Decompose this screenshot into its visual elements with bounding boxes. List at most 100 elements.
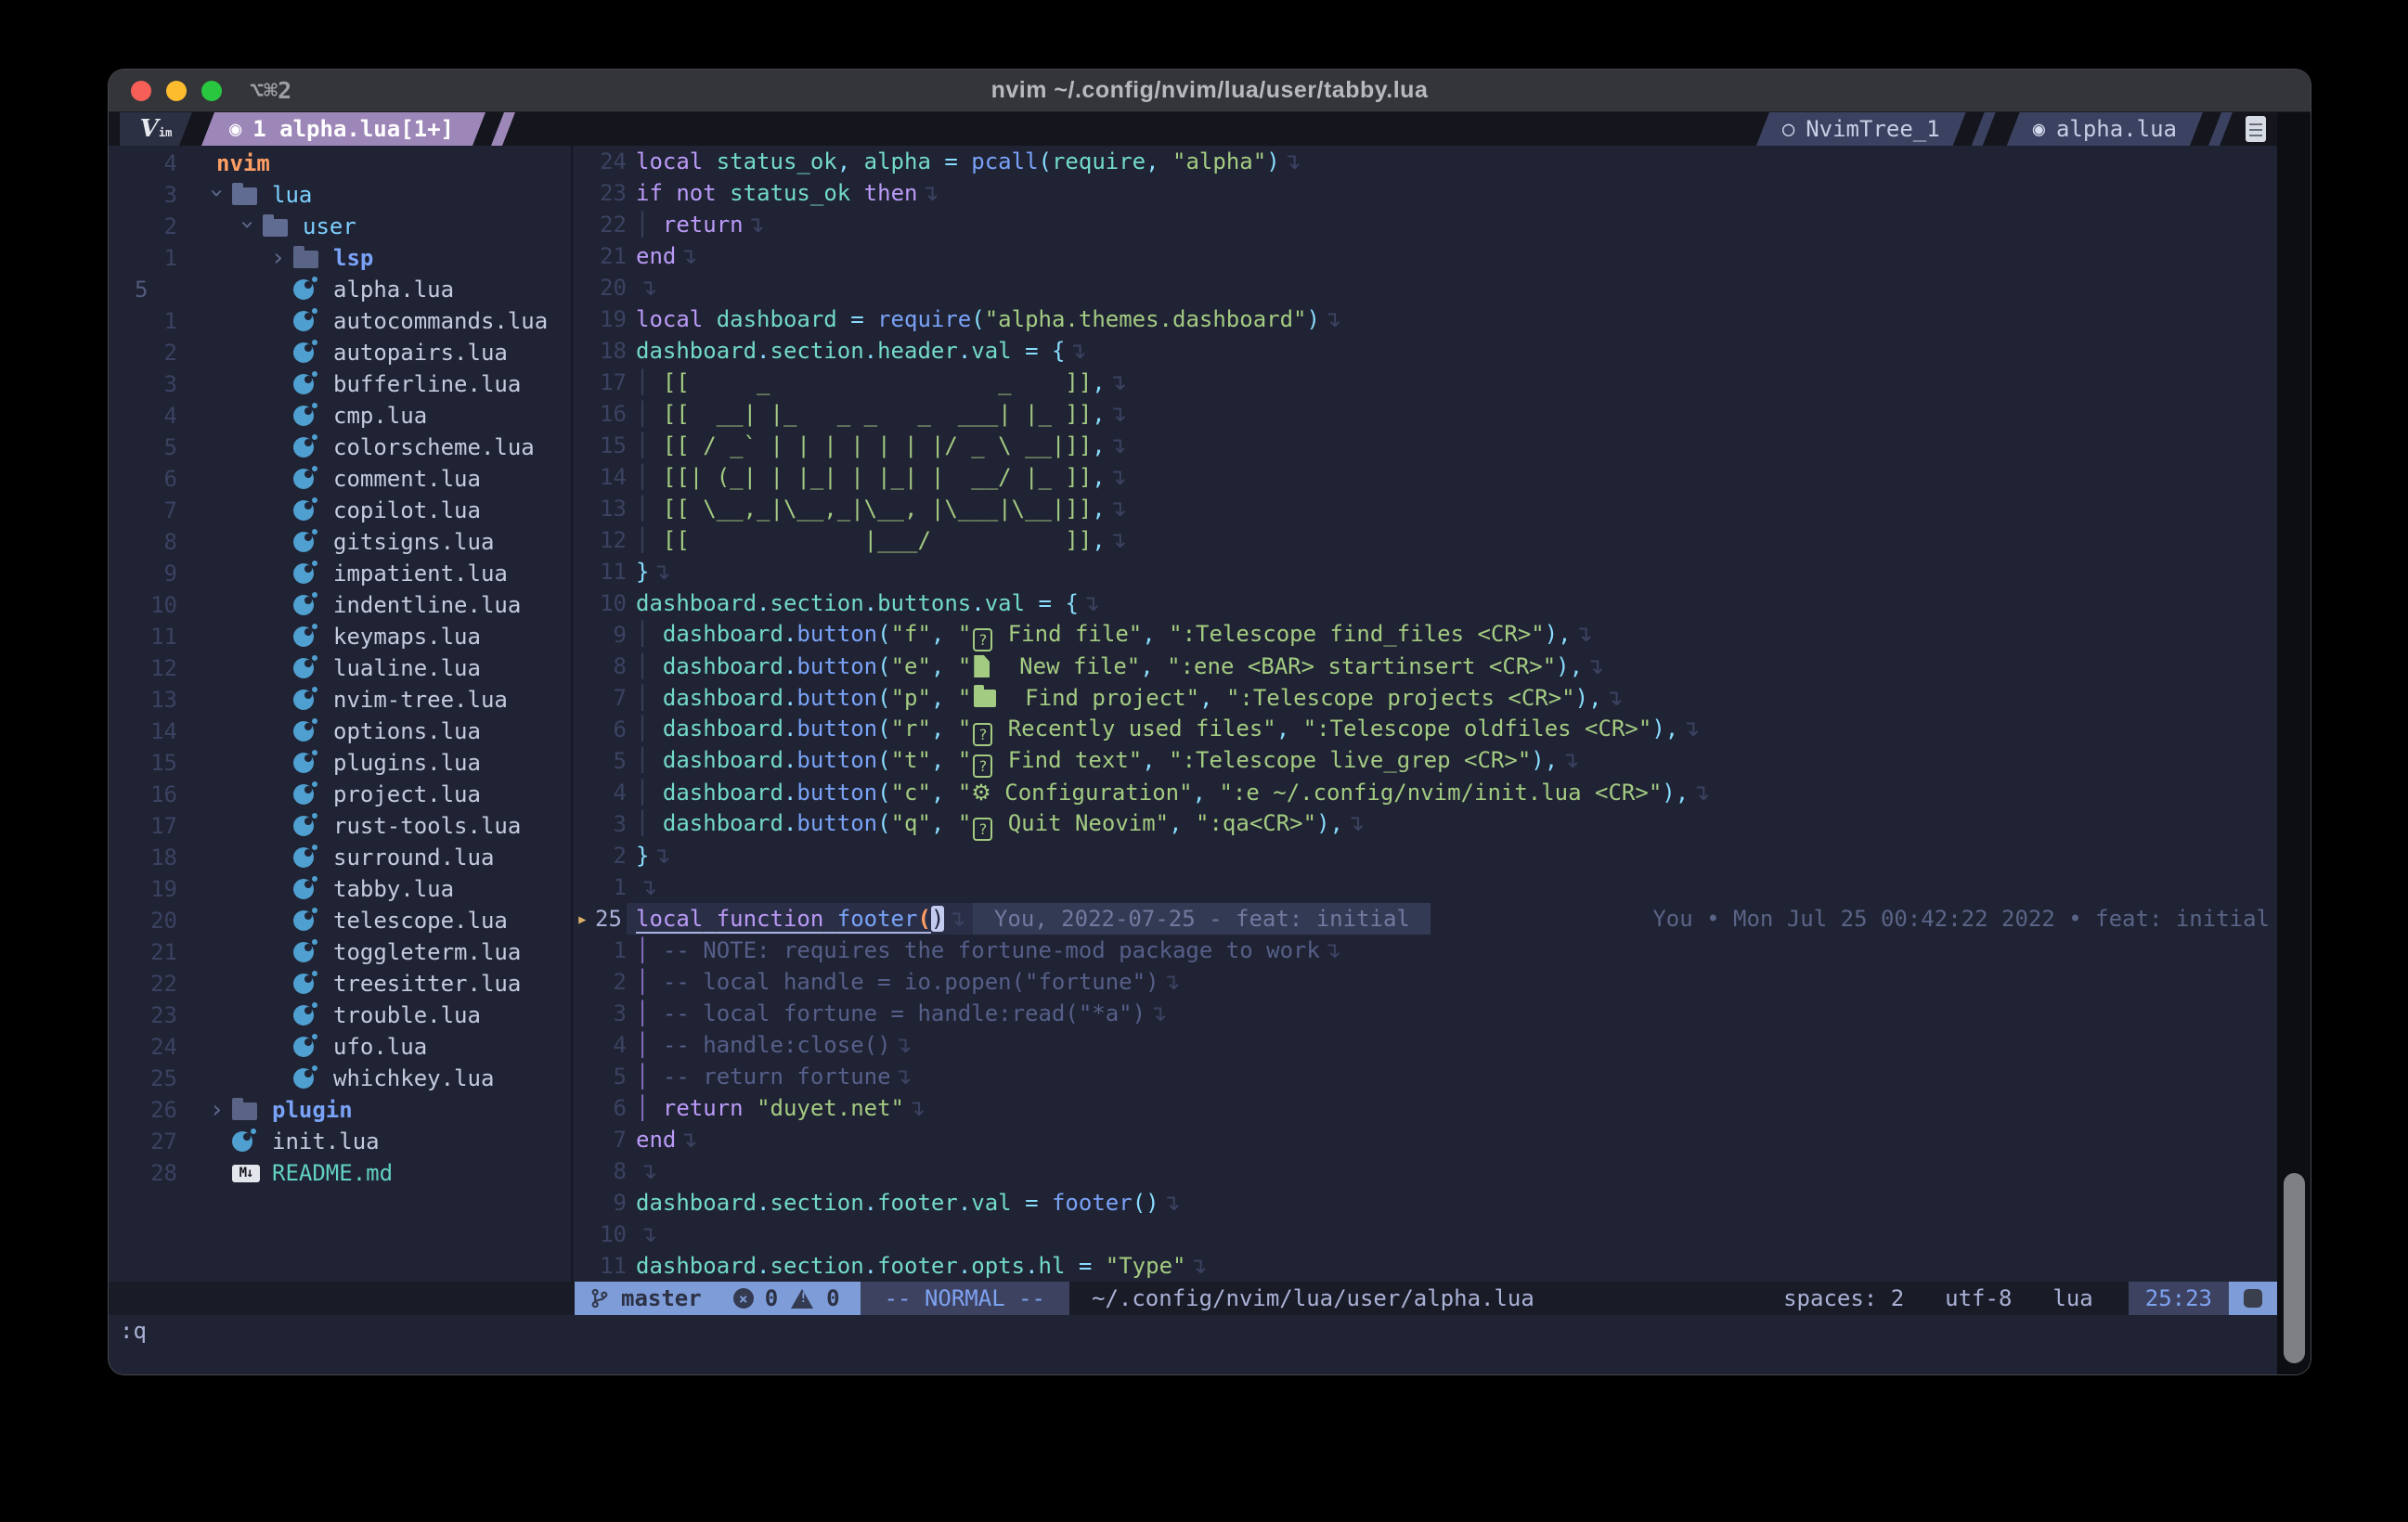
editor-line-22[interactable]: 22│ return↴	[573, 209, 2311, 240]
tree-item-project.lua[interactable]: 16project.lua	[109, 779, 571, 810]
tree-item-init.lua[interactable]: 27init.lua	[109, 1126, 571, 1157]
tree-item-autopairs.lua[interactable]: 2autopairs.lua	[109, 337, 571, 368]
editor-line-12[interactable]: 12│ [[ |___/ ]],↴	[573, 524, 2311, 556]
tree-item-colorscheme.lua[interactable]: 5colorscheme.lua	[109, 432, 571, 463]
tree-item-alpha.lua[interactable]: 5alpha.lua	[109, 274, 571, 305]
buffer-tab-alpha[interactable]: ◉ 1 alpha.lua[1+]	[201, 112, 485, 146]
editor-line-4[interactable]: 4│ -- handle:close()↴	[573, 1029, 2311, 1061]
line-number: 21	[595, 240, 627, 272]
editor-line-23[interactable]: 23if not status_ok then↴	[573, 177, 2311, 209]
tree-item-lsp[interactable]: 1›lsp	[109, 242, 571, 274]
editor-line-3[interactable]: 3│ dashboard.button("q", "? Quit Neovim"…	[573, 808, 2311, 840]
tree-item-nvim-tree.lua[interactable]: 13nvim-tree.lua	[109, 684, 571, 716]
minimize-button[interactable]	[166, 81, 187, 101]
tree-line-number: 5	[109, 274, 190, 305]
chevron-right-icon[interactable]: ›	[201, 1094, 232, 1126]
tree-item-keymaps.lua[interactable]: 11keymaps.lua	[109, 621, 571, 652]
editor-line-7[interactable]: 7end↴	[573, 1124, 2311, 1155]
eol-mark-icon: ↴	[1678, 716, 1700, 742]
tree-item-trouble.lua[interactable]: 23trouble.lua	[109, 1000, 571, 1031]
editor-line-4[interactable]: 4│ dashboard.button("c", "⚙ Configuratio…	[573, 777, 2311, 808]
tree-item-cmp.lua[interactable]: 4cmp.lua	[109, 400, 571, 432]
tree-item-treesitter.lua[interactable]: 22treesitter.lua	[109, 968, 571, 1000]
editor-line-10[interactable]: 10↴	[573, 1219, 2311, 1250]
tree-item-impatient.lua[interactable]: 9impatient.lua	[109, 558, 571, 589]
tree-item-surround.lua[interactable]: 18surround.lua	[109, 842, 571, 873]
editor-line-2[interactable]: 2}↴	[573, 840, 2311, 871]
editor-line-1[interactable]: 1↴	[573, 871, 2311, 903]
editor-pane[interactable]: 24local status_ok, alpha = pcall(require…	[573, 146, 2311, 1282]
editor-line-15[interactable]: 15│ [[ / _` | | | | | | |/ _ \ __|]],↴	[573, 430, 2311, 461]
editor-line-5[interactable]: 5│ dashboard.button("t", "? Find text", …	[573, 745, 2311, 777]
tree-item-indentline.lua[interactable]: 10indentline.lua	[109, 589, 571, 621]
tree-item-toggleterm.lua[interactable]: 21toggleterm.lua	[109, 936, 571, 968]
editor-line-17[interactable]: 17│ [[ _ _ ]],↴	[573, 367, 2311, 398]
tree-item-plugin[interactable]: 26›plugin	[109, 1094, 571, 1126]
editor-line-20[interactable]: 20↴	[573, 272, 2311, 303]
tree-item-lua[interactable]: 3›lua	[109, 179, 571, 211]
git-branch-segment[interactable]: master × 0 0	[575, 1282, 861, 1315]
line-number: 20	[595, 272, 627, 303]
tree-item-lualine.lua[interactable]: 12lualine.lua	[109, 652, 571, 684]
tree-item-tabby.lua[interactable]: 19tabby.lua	[109, 873, 571, 905]
eol-mark-icon: ↴	[1079, 590, 1100, 616]
tree-item-autocommands.lua[interactable]: 1autocommands.lua	[109, 305, 571, 337]
editor-line-9[interactable]: 9│ dashboard.button("f", "? Find file", …	[573, 619, 2311, 651]
editor-line-10[interactable]: 10dashboard.section.buttons.val = {↴	[573, 587, 2311, 619]
editor-line-1[interactable]: 1│ -- NOTE: requires the fortune-mod pac…	[573, 935, 2311, 966]
tree-item-options.lua[interactable]: 14options.lua	[109, 716, 571, 747]
editor-line-6[interactable]: 6│ dashboard.button("r", "? Recently use…	[573, 714, 2311, 745]
titlebar[interactable]: ⌥⌘2 nvim ~/.config/nvim/lua/user/tabby.l…	[109, 70, 2311, 112]
tree-item-copilot.lua[interactable]: 7copilot.lua	[109, 495, 571, 526]
editor-line-16[interactable]: 16│ [[ __| |_ _ _ _ ___| |_ ]],↴	[573, 398, 2311, 430]
tab-alpha[interactable]: ◉ alpha.lua	[2007, 112, 2203, 146]
chevron-down-icon[interactable]: ›	[232, 210, 264, 240]
editor-line-18[interactable]: 18dashboard.section.header.val = {↴	[573, 335, 2311, 367]
tree-item-ufo.lua[interactable]: 24ufo.lua	[109, 1031, 571, 1063]
editor-line-11[interactable]: 11}↴	[573, 556, 2311, 587]
line-number: 12	[595, 524, 627, 556]
chevron-down-icon[interactable]: ›	[201, 178, 233, 209]
tree-item-plugins.lua[interactable]: 15plugins.lua	[109, 747, 571, 779]
tree-item-whichkey.lua[interactable]: 25whichkey.lua	[109, 1063, 571, 1094]
editor-line-2[interactable]: 2│ -- local handle = io.popen("fortune")…	[573, 966, 2311, 998]
close-button[interactable]	[131, 81, 151, 101]
tree-item-telescope.lua[interactable]: 20telescope.lua	[109, 905, 571, 936]
tab-nvimtree[interactable]: ○ NvimTree_1	[1756, 112, 1966, 146]
editor-line-8[interactable]: 8│ dashboard.button("e", " New file", ":…	[573, 651, 2311, 682]
tree-label: init.lua	[272, 1126, 380, 1157]
zoom-button[interactable]	[201, 81, 222, 101]
command-line[interactable]: :q	[109, 1315, 2311, 1347]
editor-line-24[interactable]: 24local status_ok, alpha = pcall(require…	[573, 146, 2311, 177]
tree-item-nvim[interactable]: 4nvim	[109, 148, 571, 179]
tree-item-user[interactable]: 2›user	[109, 211, 571, 242]
editor-line-11[interactable]: 11dashboard.section.footer.opts.hl = "Ty…	[573, 1250, 2311, 1282]
editor-line-8[interactable]: 8↴	[573, 1155, 2311, 1187]
tree-item-bufferline.lua[interactable]: 3bufferline.lua	[109, 368, 571, 400]
scrollbar-thumb[interactable]	[2284, 1173, 2305, 1363]
editor-line-7[interactable]: 7│ dashboard.button("p", " Find project"…	[573, 682, 2311, 714]
editor-line-21[interactable]: 21end↴	[573, 240, 2311, 272]
eol-mark-icon: ↴	[1159, 1190, 1181, 1216]
tree-label: autopairs.lua	[333, 337, 508, 368]
tree-line-number: 19	[109, 873, 190, 905]
tree-item-gitsigns.lua[interactable]: 8gitsigns.lua	[109, 526, 571, 558]
editor-line-13[interactable]: 13│ [[ \__,_|\__,_|\__, |\___|\__|]],↴	[573, 493, 2311, 524]
editor-line-25[interactable]: ▸25local function footer()↴ You, 2022-07…	[573, 903, 2311, 935]
folder-icon	[293, 251, 318, 268]
editor-line-6[interactable]: 6│ return "duyet.net"↴	[573, 1092, 2311, 1124]
tree-item-rust-tools.lua[interactable]: 17rust-tools.lua	[109, 810, 571, 842]
editor-line-5[interactable]: 5│ -- return fortune↴	[573, 1061, 2311, 1092]
chevron-right-icon[interactable]: ›	[263, 242, 293, 274]
tab-list-button[interactable]	[2246, 112, 2270, 146]
tree-item-README.md[interactable]: 28M↓README.md	[109, 1157, 571, 1189]
line-number: 9	[595, 619, 627, 651]
tree-item-comment.lua[interactable]: 6comment.lua	[109, 463, 571, 495]
editor-line-3[interactable]: 3│ -- local fortune = handle:read("*a")↴	[573, 998, 2311, 1029]
line-number: 22	[595, 209, 627, 240]
tab-shortcut-badge: ⌥⌘2	[250, 77, 291, 104]
tree-line-number: 16	[109, 779, 190, 810]
editor-line-9[interactable]: 9dashboard.section.footer.val = footer()…	[573, 1187, 2311, 1219]
editor-line-19[interactable]: 19local dashboard = require("alpha.theme…	[573, 303, 2311, 335]
editor-line-14[interactable]: 14│ [[| (_| | |_| | |_| | __/ |_ ]],↴	[573, 461, 2311, 493]
